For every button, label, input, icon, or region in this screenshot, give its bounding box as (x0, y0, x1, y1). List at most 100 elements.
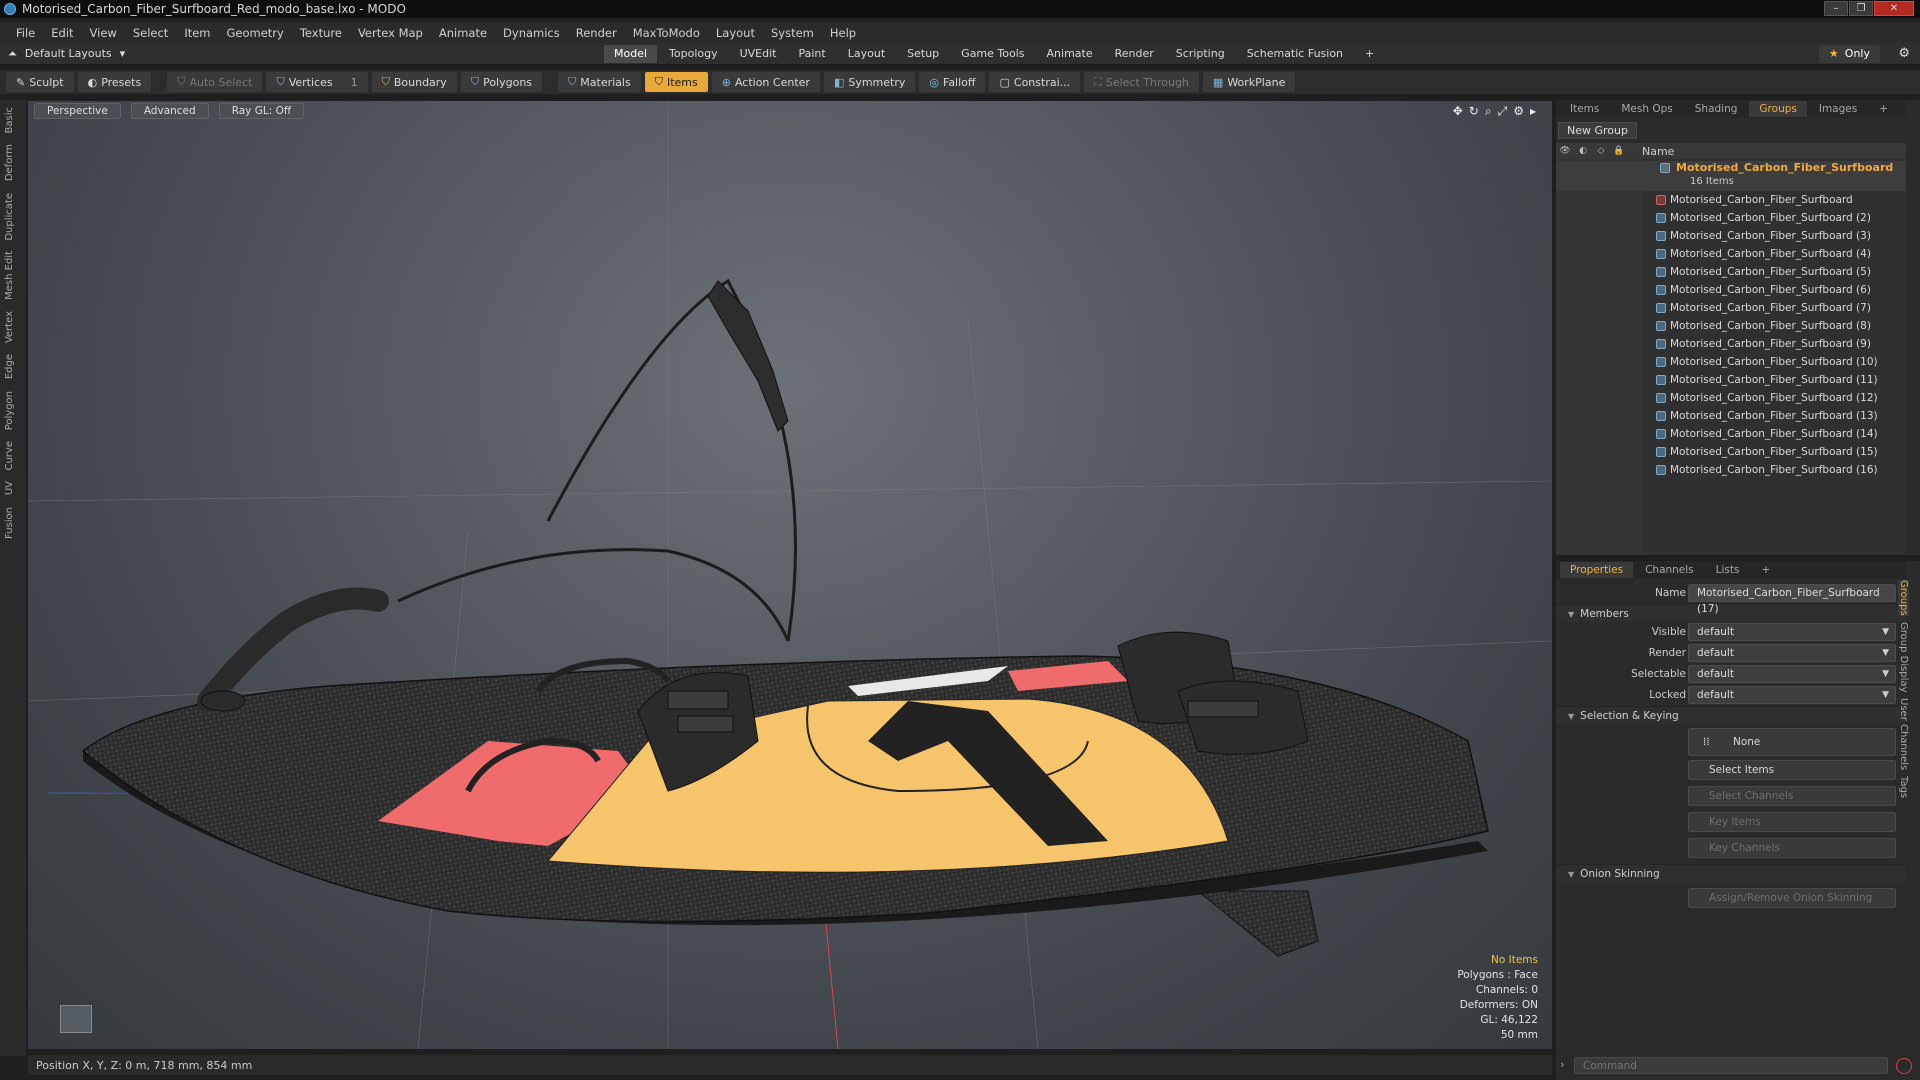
vtab-user-channels[interactable]: User Channels (1898, 698, 1909, 770)
zoom-icon[interactable]: ⌕ (1485, 104, 1492, 119)
selectable-select[interactable]: default ▼ (1688, 665, 1896, 683)
none-button[interactable]: ⁞⁞ None (1688, 728, 1896, 756)
select-items-button[interactable]: Select Items (1688, 760, 1896, 780)
render-col-icon[interactable]: ◐ (1574, 146, 1592, 156)
falloff-button[interactable]: ◎ Falloff (919, 72, 986, 92)
rotate-icon[interactable]: ↻ (1469, 104, 1479, 119)
vtab-edge[interactable]: Edge (4, 350, 22, 383)
symmetry-button[interactable]: ◧ Symmetry (823, 72, 916, 92)
tab-items[interactable]: Items (1560, 101, 1609, 117)
menu-layout[interactable]: Layout (708, 26, 763, 40)
vtab-tags[interactable]: Tags (1898, 776, 1909, 798)
tab-render[interactable]: Render (1105, 45, 1164, 63)
play-icon[interactable]: ▸ (1530, 104, 1536, 119)
menu-help[interactable]: Help (822, 26, 864, 40)
fit-icon[interactable]: ⤢ (1498, 104, 1508, 119)
menu-vertex-map[interactable]: Vertex Map (350, 26, 431, 40)
vtab-polygon[interactable]: Polygon (4, 387, 22, 434)
add-props-tab-icon[interactable]: + (1751, 562, 1780, 578)
tab-schematic-fusion[interactable]: Schematic Fusion (1237, 45, 1353, 63)
tab-lists[interactable]: Lists (1706, 562, 1750, 578)
menu-edit[interactable]: Edit (43, 26, 81, 40)
tab-layout[interactable]: Layout (838, 45, 895, 63)
vtab-curve[interactable]: Curve (4, 437, 22, 475)
view-mode-button[interactable]: Perspective (34, 103, 121, 119)
menu-system[interactable]: System (763, 26, 822, 40)
tab-properties[interactable]: Properties (1560, 562, 1634, 578)
minimize-button[interactable]: – (1824, 1, 1848, 16)
polygons-button[interactable]: ⛉ Polygons (460, 72, 543, 92)
layout-selector[interactable]: ⏶ Default Layouts ▾ (8, 47, 125, 61)
materials-button[interactable]: ⛉ Materials (558, 72, 641, 92)
vtab-basic[interactable]: Basic (4, 103, 22, 137)
workplane-button[interactable]: ▦ WorkPlane (1202, 72, 1296, 92)
auto-select-button[interactable]: ⛉ Auto Select (167, 72, 263, 92)
add-tab-icon[interactable]: + (1355, 45, 1384, 63)
select-col-icon[interactable]: ◇ (1592, 146, 1610, 156)
vtab-groups[interactable]: Groups (1898, 580, 1909, 616)
menu-file[interactable]: File (8, 26, 43, 40)
visibility-col-icon[interactable]: 👁 (1556, 146, 1574, 156)
items-button[interactable]: ⛉ Items (644, 72, 708, 92)
boundary-button[interactable]: ⛉ Boundary (371, 72, 457, 92)
tab-groups[interactable]: Groups (1749, 101, 1807, 117)
presets-button[interactable]: ◐ Presets (77, 72, 152, 92)
lock-col-icon[interactable]: 🔒 (1610, 146, 1628, 156)
tab-topology[interactable]: Topology (659, 45, 728, 63)
menu-maxtomodo[interactable]: MaxToModo (625, 26, 708, 40)
3d-viewport[interactable]: Perspective Advanced Ray GL: Off ✥ ↻ ⌕ ⤢… (28, 101, 1552, 1049)
menu-view[interactable]: View (82, 26, 125, 40)
locked-select[interactable]: default ▼ (1688, 686, 1896, 704)
stop-icon[interactable] (1896, 1058, 1912, 1074)
render-select[interactable]: default ▼ (1688, 644, 1896, 662)
vertices-button[interactable]: ⛉ Vertices 1 (266, 72, 368, 92)
visible-select[interactable]: default ▼ (1688, 623, 1896, 641)
tab-paint[interactable]: Paint (789, 45, 836, 63)
tab-game-tools[interactable]: Game Tools (951, 45, 1034, 63)
group-row-parent[interactable]: Motorised_Carbon_Fiber_Surfboard 16 Item… (1556, 161, 1906, 191)
key-items-button[interactable]: Key Items (1688, 812, 1896, 832)
tab-channels[interactable]: Channels (1635, 562, 1704, 578)
tab-shading[interactable]: Shading (1685, 101, 1748, 117)
tab-images[interactable]: Images (1809, 101, 1867, 117)
tab-animate[interactable]: Animate (1037, 45, 1103, 63)
menu-geometry[interactable]: Geometry (219, 26, 292, 40)
vtab-uv[interactable]: UV (4, 477, 22, 499)
selection-keying-section[interactable]: ▼ Selection & Keying (1556, 706, 1906, 724)
shading-mode-button[interactable]: Advanced (130, 103, 209, 119)
menu-item[interactable]: Item (176, 26, 218, 40)
vtab-mesh-edit[interactable]: Mesh Edit (4, 247, 22, 304)
group-name-input[interactable]: Motorised_Carbon_Fiber_Surfboard (17) (1688, 584, 1896, 615)
select-through-button[interactable]: ⛶ Select Through (1084, 72, 1199, 92)
assign-onion-button[interactable]: Assign/Remove Onion Skinning (1688, 888, 1896, 908)
members-section[interactable]: ▼ Members (1556, 604, 1906, 622)
key-channels-button[interactable]: Key Channels (1688, 838, 1896, 858)
vtab-fusion[interactable]: Fusion (4, 503, 22, 543)
gear-icon[interactable]: ⚙ (1898, 46, 1910, 61)
tab-scripting[interactable]: Scripting (1166, 45, 1235, 63)
sculpt-button[interactable]: ✎ Sculpt (6, 72, 74, 92)
tab-uvedit[interactable]: UVEdit (730, 45, 787, 63)
tab-model[interactable]: Model (604, 45, 658, 63)
maximize-button[interactable]: ❐ (1849, 1, 1873, 16)
raygl-button[interactable]: Ray GL: Off (218, 103, 305, 119)
command-input[interactable] (1574, 1057, 1888, 1074)
vtab-deform[interactable]: Deform (4, 140, 22, 185)
viewport-gear-icon[interactable]: ⚙ (1513, 104, 1524, 119)
menu-select[interactable]: Select (125, 26, 176, 40)
tab-setup[interactable]: Setup (897, 45, 949, 63)
menu-texture[interactable]: Texture (292, 26, 350, 40)
add-panel-tab-icon[interactable]: + (1869, 101, 1898, 117)
action-center-button[interactable]: ⊕ Action Center (711, 72, 820, 92)
tab-mesh-ops[interactable]: Mesh Ops (1611, 101, 1682, 117)
menu-render[interactable]: Render (568, 26, 625, 40)
vtab-vertex[interactable]: Vertex (4, 307, 22, 347)
pan-icon[interactable]: ✥ (1453, 104, 1463, 119)
onion-skinning-section[interactable]: ▼ Onion Skinning (1556, 864, 1906, 882)
menu-dynamics[interactable]: Dynamics (495, 26, 568, 40)
only-toggle[interactable]: ★ Only (1818, 45, 1880, 63)
select-channels-button[interactable]: Select Channels (1688, 786, 1896, 806)
menu-animate[interactable]: Animate (431, 26, 495, 40)
vtab-duplicate[interactable]: Duplicate (4, 189, 22, 245)
close-button[interactable]: ✕ (1874, 1, 1914, 16)
